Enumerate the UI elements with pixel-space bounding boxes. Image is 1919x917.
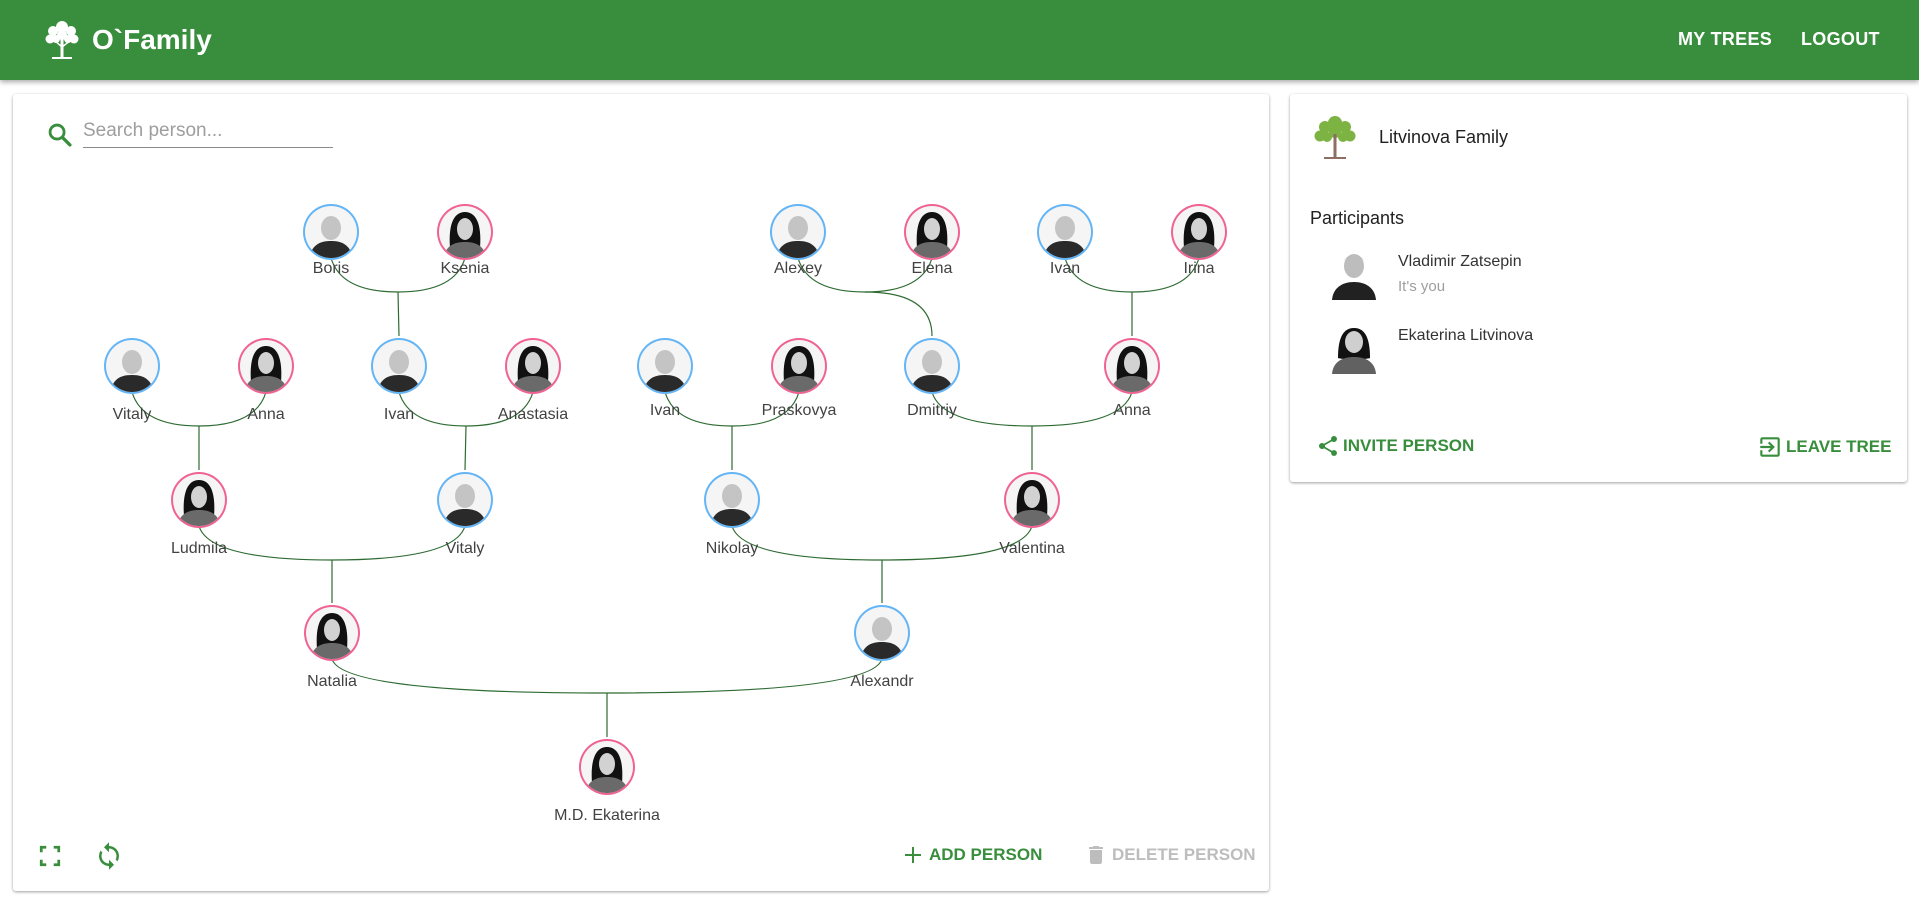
person-node[interactable]: Praskovya <box>762 338 837 419</box>
delete-person-button: DELETE PERSON <box>1084 843 1256 867</box>
person-node[interactable]: Anna <box>238 338 294 423</box>
person-node[interactable]: Ivan <box>371 338 427 423</box>
plus-icon <box>905 847 921 863</box>
search-input[interactable] <box>83 114 333 148</box>
person-node[interactable]: Boris <box>303 204 359 277</box>
family-tree-canvas: Boris Ksenia Alexey Elena Ivan Irina Vitaly Ann… <box>104 204 1227 824</box>
person-name: Natalia <box>307 673 357 690</box>
family-tree-icon <box>1314 116 1356 159</box>
person-name: Praskovya <box>762 402 837 419</box>
person-name: Anna <box>1113 402 1150 419</box>
trash-icon <box>1089 846 1103 864</box>
my-trees-button[interactable]: MY TREES <box>1678 29 1772 50</box>
participant-item: Vladimir Zatsepin It's you <box>1326 246 1886 302</box>
person-name: Boris <box>313 260 349 277</box>
person-name: Ksenia <box>441 260 490 277</box>
person-name: Ivan <box>1050 260 1080 277</box>
tree-panel: Boris Ksenia Alexey Elena Ivan Irina Vitaly Ann… <box>13 94 1269 891</box>
person-node[interactable]: Ksenia <box>437 204 493 277</box>
app-bar: O`Family MY TREES LOGOUT <box>0 0 1919 80</box>
share-icon <box>1319 436 1337 456</box>
couple-connector <box>931 391 1133 427</box>
fullscreen-icon[interactable] <box>35 841 65 871</box>
person-name: Vitaly <box>113 406 152 423</box>
person-name: Vitaly <box>446 540 485 557</box>
leave-tree-button[interactable]: LEAVE TREE <box>1757 434 1891 460</box>
person-node[interactable]: Alexey <box>770 204 826 277</box>
female-avatar-icon <box>1332 328 1376 374</box>
person-name: Anna <box>247 406 284 423</box>
add-person-button[interactable]: ADD PERSON <box>901 843 1042 867</box>
person-node[interactable]: Anastasia <box>498 338 568 423</box>
person-name: Alexandr <box>850 673 914 690</box>
invite-person-button[interactable]: INVITE PERSON <box>1316 434 1474 458</box>
person-name: Irina <box>1183 260 1214 277</box>
person-node[interactable]: Ivan <box>1037 204 1093 277</box>
logout-button[interactable]: LOGOUT <box>1801 29 1880 50</box>
couple-connector <box>1064 257 1200 293</box>
couple-connector <box>131 391 267 427</box>
leave-tree-label: LEAVE TREE <box>1786 437 1892 456</box>
add-person-label: ADD PERSON <box>929 845 1043 864</box>
person-name: Elena <box>912 260 953 277</box>
person-node[interactable]: Valentina <box>999 472 1065 557</box>
person-name: Anastasia <box>498 406 568 423</box>
child-connector <box>464 425 467 471</box>
child-connector <box>864 291 933 337</box>
participant-item: Ekaterina Litvinova <box>1326 320 1886 376</box>
person-node[interactable]: M.D. Ekaterina <box>554 739 660 824</box>
person-name: Ivan <box>384 406 414 423</box>
person-node[interactable]: Nikolay <box>704 472 760 557</box>
person-name: Nikolay <box>706 540 758 557</box>
person-node[interactable]: Ivan <box>637 338 693 419</box>
person-name: Valentina <box>999 540 1065 557</box>
family-name: Litvinova Family <box>1379 127 1509 147</box>
person-node[interactable]: Alexandr <box>850 605 914 690</box>
child-connector <box>397 291 400 337</box>
search-icon <box>48 123 72 147</box>
app-title: O`Family <box>92 24 212 55</box>
delete-person-label: DELETE PERSON <box>1112 845 1256 864</box>
participant-name: Vladimir Zatsepin <box>1398 253 1522 270</box>
person-name: M.D. Ekaterina <box>554 807 660 824</box>
person-node[interactable]: Vitaly <box>437 472 493 557</box>
tree-logo-icon <box>45 21 79 59</box>
person-node[interactable]: Vitaly <box>104 338 160 423</box>
sync-icon[interactable] <box>94 841 124 871</box>
couple-connector <box>331 658 883 694</box>
male-avatar-icon <box>1332 254 1376 300</box>
invite-person-label: INVITE PERSON <box>1343 436 1475 455</box>
family-info-panel: Litvinova Family Participants Vladimir Z… <box>1290 94 1907 482</box>
person-name: Ivan <box>650 402 680 419</box>
participant-status: It's you <box>1398 278 1446 295</box>
participant-name: Ekaterina Litvinova <box>1398 327 1534 344</box>
participants-title: Participants <box>1310 208 1405 228</box>
person-node[interactable]: Natalia <box>304 605 360 690</box>
person-name: Alexey <box>774 260 822 277</box>
couple-connector <box>731 525 1033 561</box>
exit-icon <box>1760 437 1780 457</box>
couple-connector <box>198 525 466 561</box>
person-node[interactable]: Elena <box>904 204 960 277</box>
person-name: Ludmila <box>171 540 227 557</box>
person-node[interactable]: Irina <box>1171 204 1227 277</box>
person-name: Dmitriy <box>907 402 957 419</box>
person-node[interactable]: Ludmila <box>171 472 227 557</box>
person-node[interactable]: Dmitriy <box>904 338 960 419</box>
person-node[interactable]: Anna <box>1104 338 1160 419</box>
